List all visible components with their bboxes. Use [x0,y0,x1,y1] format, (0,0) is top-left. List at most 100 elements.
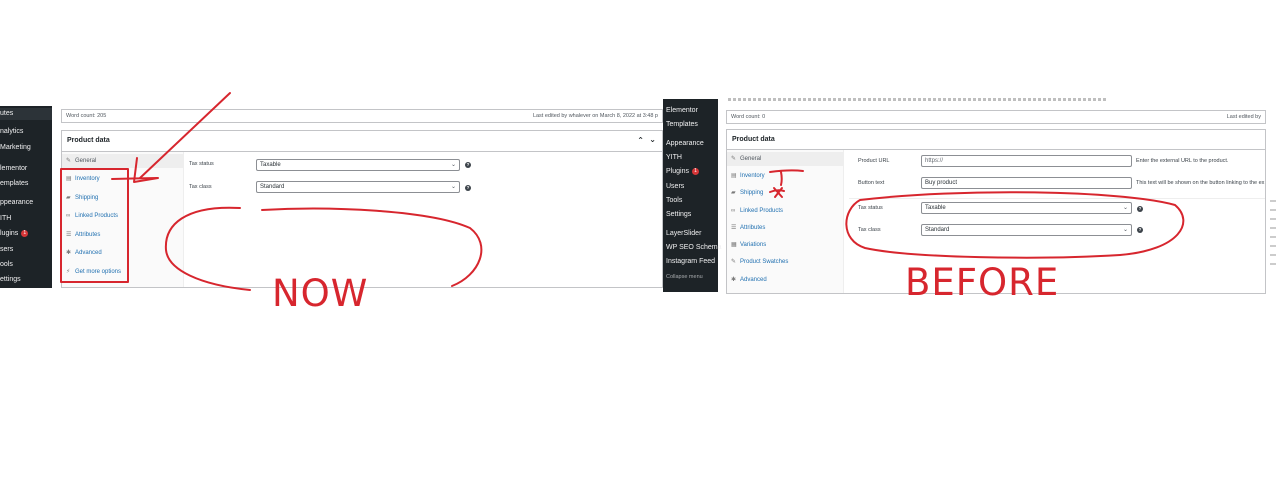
before-caption: BEFORE [905,261,1060,304]
before-menu-item-label: WP SEO Schema [666,244,722,251]
before-divider [849,198,1265,199]
right-edge-scroll-marks [1270,200,1276,270]
now-tab-shipping[interactable]: ▰ Shipping [62,191,183,205]
now-tab-label: Attributes [75,232,101,238]
before-button-text-value: Buy product [925,180,958,186]
now-tab-label: Shipping [75,195,99,201]
now-menu-item[interactable]: Marketing [0,142,52,154]
now-expand-down-icon[interactable]: ⌄ [649,135,656,144]
before-menu-item[interactable]: Templates [663,119,718,131]
now-tab-get-more-options[interactable]: ⚡ Get more options [62,265,183,279]
now-menu-item[interactable]: ettings [0,274,52,286]
now-tax-status-help-icon[interactable]: ? [465,162,471,168]
before-menu-item[interactable]: Elementor [663,105,718,117]
now-tax-status-value: Taxable [260,162,281,168]
before-tax-class-help-icon[interactable]: ? [1137,227,1143,233]
now-tab-label: Inventory [75,176,100,182]
now-collapse-up-icon[interactable]: ⌃ [637,136,644,145]
gear-icon: ✱ [66,250,72,256]
now-tab-general[interactable]: ✎ General [62,154,183,168]
now-menu-item[interactable]: sers [0,244,52,256]
before-menu-item-label: Appearance [666,140,704,147]
before-menu-item[interactable]: Collapse menu [663,271,718,283]
now-tab-label: Linked Products [75,213,119,219]
now-menu-item-label: Marketing [0,144,31,151]
now-tax-class-value: Standard [260,184,285,190]
now-product-data-header: Product data ⌃ ⌄ [62,131,662,152]
before-menu-item[interactable]: Appearance [663,138,718,150]
before-product-url-label: Product URL [858,158,890,164]
before-menu-item-label: Elementor [666,107,698,114]
chevron-down-icon: ⌄ [1122,227,1128,233]
before-tab-attributes[interactable]: ☰ Attributes [727,221,843,235]
now-tab-label: Get more options [75,269,122,275]
before-tab-linked-products[interactable]: ∞ Linked Products [727,204,843,218]
before-tax-status-select[interactable]: Taxable ⌄ [921,202,1132,214]
before-tax-status-help-icon[interactable]: ? [1137,206,1143,212]
gear-icon: ✱ [731,277,737,283]
now-menu-item[interactable]: lugins 1 [0,228,52,240]
truck-icon: ▰ [66,195,71,201]
before-menu-item-label: Plugins [666,168,689,175]
before-button-text-input[interactable]: Buy product [921,177,1132,189]
now-menu-item[interactable]: ITH [0,213,52,225]
before-menu-item[interactable]: Users [663,181,718,193]
before-product-url-input[interactable]: https:// [921,155,1132,167]
now-admin-sidebar: utes nalytics Marketing lementor emplates ppe… [0,106,52,288]
before-menu-item[interactable]: Instagram Feed [663,256,718,268]
before-menu-item[interactable]: Settings [663,209,718,221]
now-tab-label: Advanced [75,250,102,256]
now-menu-item[interactable]: lementor [0,163,52,175]
now-tab-inventory[interactable]: ▤ Inventory [62,172,183,186]
before-button-text-label: Button text [858,180,885,186]
before-menu-item[interactable]: Tools [663,195,718,207]
before-menu-item[interactable]: YITH [663,152,718,164]
now-tab-linked-products[interactable]: ∞ Linked Products [62,209,183,223]
before-menu-item-label: Users [666,183,685,190]
now-menu-item-label: nalytics [0,128,24,135]
before-menu-item-label: Instagram Feed [666,258,716,265]
before-tab-label: Inventory [740,173,765,179]
before-word-count-bar: Word count: 0 Last edited by [726,110,1266,124]
chevron-down-icon: ⌄ [1122,205,1128,211]
now-last-edited: Last edited by whalever on March 8, 2022… [532,113,658,119]
before-tax-status-label: Tax status [858,205,883,211]
before-menu-item[interactable]: LayerSlider [663,228,718,240]
before-product-data-title: Product data [732,136,775,143]
before-tab-variations[interactable]: ▦ Variations [727,238,843,252]
now-menu-item[interactable]: utes [0,108,52,120]
before-tab-inventory[interactable]: ▤ Inventory [727,169,843,183]
now-product-tabs: ✎ General ▤ Inventory ▰ Shipping ∞ Linked Produ… [62,152,184,287]
now-tax-class-select[interactable]: Standard ⌄ [256,181,460,193]
wrench-icon: ✎ [66,158,72,164]
before-tab-shipping[interactable]: ▰ Shipping [727,186,843,200]
before-menu-item-label: Tools [666,197,683,204]
before-menu-item[interactable]: Plugins 1 [663,166,718,178]
now-menu-item-label: ettings [0,276,21,283]
now-menu-item[interactable]: nalytics [0,126,52,138]
before-tab-product-swatches[interactable]: ✎ Product Swatches [727,255,843,269]
now-tax-class-help-icon[interactable]: ? [465,185,471,191]
now-tab-advanced[interactable]: ✱ Advanced [62,246,183,260]
now-menu-item-label: sers [0,246,14,253]
now-menu-item-label: emplates [0,180,29,187]
chevron-down-icon: ⌄ [450,162,456,168]
grid-icon: ▦ [731,242,737,248]
before-word-count: Word count: 0 [731,114,766,120]
now-menu-item-label: ools [0,261,13,268]
now-tab-attributes[interactable]: ☰ Attributes [62,228,183,242]
before-tab-general[interactable]: ✎ General [727,152,843,166]
list-icon: ☰ [731,225,737,231]
before-tab-advanced[interactable]: ✱ Advanced [727,273,843,287]
before-tax-class-label: Tax class [858,227,881,233]
before-menu-item[interactable]: WP SEO Schema [663,242,722,254]
now-menu-item[interactable]: emplates [0,178,52,190]
before-tax-class-select[interactable]: Standard ⌄ [921,224,1132,236]
update-count-badge: 1 [21,229,29,237]
before-last-edited: Last edited by [1226,114,1261,120]
now-menu-item[interactable]: ppearance [0,197,52,209]
now-menu-item[interactable]: ools [0,259,52,271]
before-admin-sidebar: Elementor Templates Appearance YITH Plugins 1… [663,99,722,292]
now-tax-status-select[interactable]: Taxable ⌄ [256,159,460,171]
before-menu-item-label: LayerSlider [666,230,702,237]
